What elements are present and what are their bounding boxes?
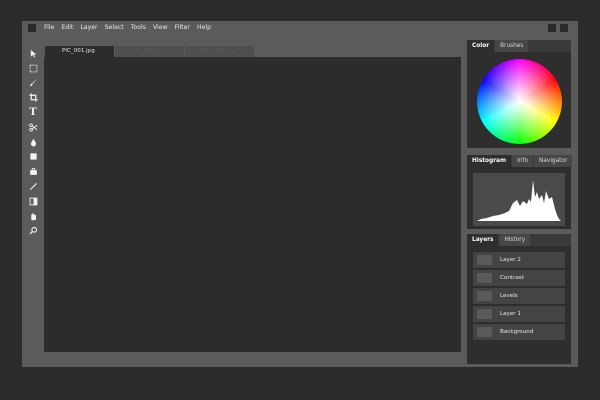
- menu-bar: File Edit Layer Select Tools View Filter…: [22, 21, 578, 35]
- dropper-tool[interactable]: [26, 135, 40, 150]
- menu-filter[interactable]: Filter: [175, 21, 190, 35]
- brush-tool[interactable]: [26, 76, 40, 91]
- text-tool-icon: T: [29, 106, 37, 118]
- zoom-tool[interactable]: [26, 224, 40, 239]
- tab-brushes[interactable]: Brushes: [495, 40, 529, 52]
- layers-panel: Layers History Layer 2 Contrast Levels L…: [467, 234, 571, 364]
- text-tool[interactable]: T: [26, 105, 40, 120]
- tab-histogram[interactable]: Histogram: [467, 155, 512, 167]
- magnifier-icon: [29, 227, 37, 235]
- shape-tool[interactable]: [26, 150, 40, 165]
- layer-thumbnail: [477, 273, 492, 283]
- drop-icon: [30, 138, 36, 147]
- editor-window: File Edit Layer Select Tools View Filter…: [22, 21, 578, 367]
- menu-file[interactable]: File: [44, 21, 54, 35]
- layer-thumbnail: [477, 309, 492, 319]
- document-tabs: PIC_001.jpg PIC_002.jpg PIC_003.jpg: [45, 46, 255, 57]
- marquee-icon: [29, 64, 37, 73]
- app-logo-icon: [28, 24, 36, 32]
- histogram-graph: [473, 173, 565, 226]
- scissors-tool[interactable]: [26, 120, 40, 135]
- image-canvas[interactable]: [44, 57, 461, 352]
- histogram-panel-tabs: Histogram Info Navigator: [467, 155, 573, 167]
- menu-view[interactable]: View: [153, 21, 168, 35]
- menu-list: File Edit Layer Select Tools View Filter…: [44, 21, 218, 35]
- layer-thumbnail: [477, 255, 492, 265]
- tab-info[interactable]: Info: [512, 155, 533, 167]
- layer-row[interactable]: Contrast: [473, 270, 565, 286]
- layer-name: Contrast: [500, 275, 524, 281]
- layer-name: Background: [500, 329, 534, 335]
- menu-help[interactable]: Help: [197, 21, 211, 35]
- layer-row[interactable]: Background: [473, 324, 565, 340]
- marquee-tool[interactable]: [26, 61, 40, 76]
- tab-layers[interactable]: Layers: [467, 234, 499, 246]
- close-button[interactable]: [560, 24, 568, 32]
- document-tab-3[interactable]: PIC_003.jpg: [185, 46, 254, 57]
- scissors-icon: [28, 123, 37, 132]
- crop-tool[interactable]: [26, 90, 40, 105]
- layer-name: Layer 1: [500, 311, 521, 317]
- move-tool[interactable]: [26, 46, 40, 61]
- color-wheel[interactable]: [477, 59, 562, 144]
- histogram-curve: [477, 180, 561, 221]
- line-tool[interactable]: [26, 179, 40, 194]
- arrow-pointer-icon: [30, 49, 36, 58]
- layer-row[interactable]: Layer 2: [473, 252, 565, 268]
- layer-row[interactable]: Levels: [473, 288, 565, 304]
- color-panel-tabs: Color Brushes: [467, 40, 571, 52]
- minimize-button[interactable]: [548, 24, 556, 32]
- hand-icon: [30, 213, 36, 220]
- histogram-panel: Histogram Info Navigator: [467, 155, 573, 229]
- tab-navigator[interactable]: Navigator: [534, 155, 573, 167]
- menu-edit[interactable]: Edit: [61, 21, 73, 35]
- line-icon: [29, 183, 37, 191]
- layer-name: Levels: [500, 293, 518, 299]
- layers-panel-tabs: Layers History: [467, 234, 571, 246]
- brush-icon: [29, 79, 37, 87]
- stamp-tool[interactable]: [26, 164, 40, 179]
- layer-thumbnail: [477, 327, 492, 337]
- bag-icon: [29, 168, 37, 176]
- tab-color[interactable]: Color: [467, 40, 495, 52]
- menu-select[interactable]: Select: [105, 21, 124, 35]
- layer-list: Layer 2 Contrast Levels Layer 1 Backgrou…: [467, 246, 571, 364]
- document-tab-2[interactable]: PIC_002.jpg: [115, 46, 184, 57]
- tools-toolbar: T: [26, 46, 40, 238]
- menu-layer[interactable]: Layer: [80, 21, 97, 35]
- document-tab-1[interactable]: PIC_001.jpg: [45, 46, 114, 57]
- crop-icon: [28, 93, 38, 102]
- tab-history[interactable]: History: [499, 234, 531, 246]
- rectangle-icon: [29, 153, 37, 161]
- hand-tool[interactable]: [26, 209, 40, 224]
- layer-name: Layer 2: [500, 257, 521, 263]
- gradient-tool[interactable]: [26, 194, 40, 209]
- gradient-icon: [29, 197, 37, 206]
- menu-tools[interactable]: Tools: [131, 21, 146, 35]
- layer-thumbnail: [477, 291, 492, 301]
- color-panel: Color Brushes: [467, 40, 571, 148]
- layer-row[interactable]: Layer 1: [473, 306, 565, 322]
